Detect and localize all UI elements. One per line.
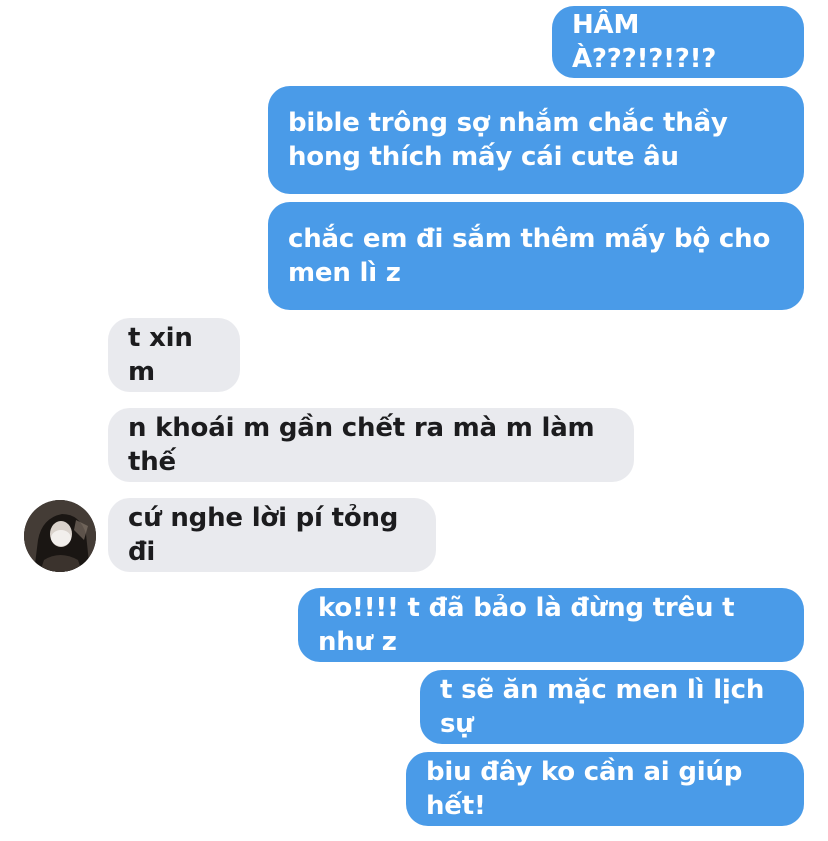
message-text: ko!!!! t đã bảo là đừng trêu t như z [318,593,744,657]
contact-avatar[interactable] [24,500,96,572]
message-bubble-outgoing[interactable]: t sẽ ăn mặc men lì lịch sự [420,670,804,744]
message-bubble-outgoing[interactable]: chắc em đi sắm thêm mấy bộ cho men lì z [268,202,804,310]
message-text: n khoái m gần chết ra mà m làm thế [128,413,604,477]
message-text: biu đây ko cần ai giúp hết! [426,757,752,821]
message-bubble-incoming[interactable]: t xin m [108,318,240,392]
message-bubble-incoming[interactable]: n khoái m gần chết ra mà m làm thế [108,408,634,482]
message-bubble-outgoing[interactable]: biu đây ko cần ai giúp hết! [406,752,804,826]
message-text: HÂM À???!?!?!? [572,10,717,74]
message-text: t sẽ ăn mặc men lì lịch sự [440,675,774,739]
message-bubble-outgoing[interactable]: HÂM À???!?!?!? [552,6,804,78]
message-text: t xin m [128,323,202,387]
message-bubble-incoming[interactable]: cứ nghe lời pí tỏng đi [108,498,436,572]
message-text: chắc em đi sắm thêm mấy bộ cho men lì z [288,224,779,288]
message-thread: HÂM À???!?!?!? bible trông sợ nhắm chắc … [0,0,828,841]
message-text: bible trông sợ nhắm chắc thầy hong thích… [288,108,737,172]
message-bubble-outgoing[interactable]: bible trông sợ nhắm chắc thầy hong thích… [268,86,804,194]
contact-avatar-photo-icon [24,500,96,572]
message-text: cứ nghe lời pí tỏng đi [128,503,408,567]
message-bubble-outgoing[interactable]: ko!!!! t đã bảo là đừng trêu t như z [298,588,804,662]
